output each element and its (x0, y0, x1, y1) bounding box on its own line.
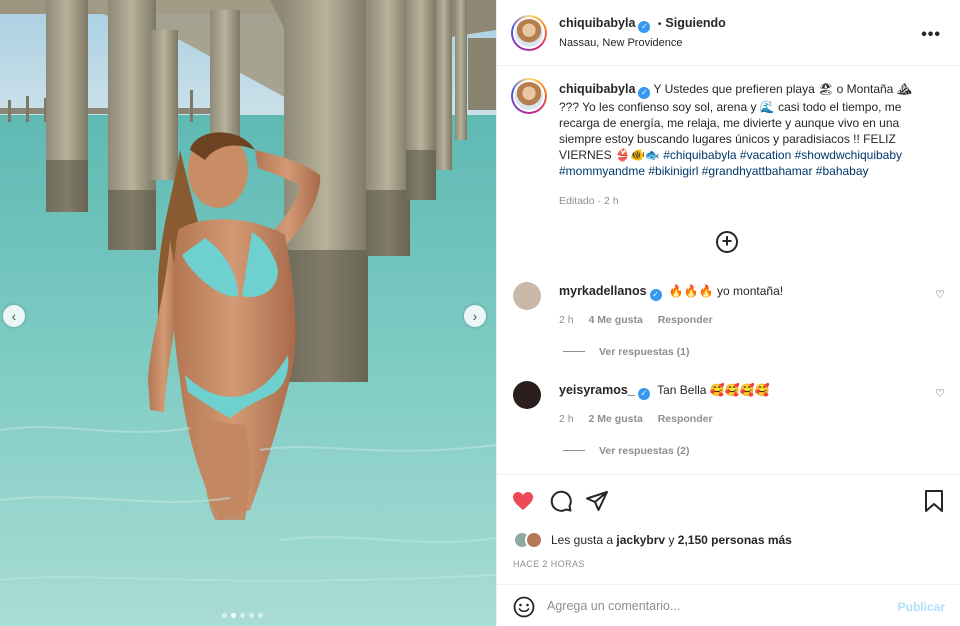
commenter-avatar[interactable] (513, 282, 541, 310)
following-button[interactable]: Siguiendo (665, 16, 725, 30)
separator-dot: • (657, 19, 662, 30)
post-time-ago: HACE 2 HORAS (513, 559, 585, 569)
verified-badge-icon: ✓ (638, 87, 651, 99)
post-media[interactable]: ‹ › (0, 0, 496, 626)
reply-button[interactable]: Responder (658, 413, 713, 425)
post-header: chiquibabyla ✓ • Siguiendo Nassau, New Pro… (497, 0, 960, 66)
post-actions: Les gusta a jackybrv y 2,150 personas má… (497, 474, 960, 584)
beach-photo (0, 0, 496, 626)
comment-time: 2 h (559, 314, 574, 326)
carousel-dot (258, 613, 263, 618)
verified-badge-icon: ✓ (638, 21, 651, 33)
like-heart-icon[interactable] (511, 489, 535, 513)
carousel-indicator (222, 613, 263, 618)
instagram-post-modal: ‹ › chiquibabyla ✓ • Siguiendo Nassau, New… (0, 0, 960, 626)
commenter-avatar[interactable] (513, 381, 541, 409)
view-replies-button[interactable]: Ver respuestas (2) (563, 445, 689, 457)
post-location[interactable]: Nassau, New Providence (559, 37, 683, 49)
like-comment-icon[interactable]: ♡ (935, 288, 945, 301)
caption-author-avatar[interactable] (511, 78, 547, 114)
caption-and-comments: chiquibabyla ✓ Y Ustedes que prefieren pl… (497, 66, 960, 474)
verified-badge-icon: ✓ (637, 388, 650, 400)
carousel-dot (249, 613, 254, 618)
load-more-comments-icon[interactable]: + (716, 231, 738, 253)
next-slide-button[interactable]: › (464, 305, 486, 327)
liker-username[interactable]: jackybrv (616, 533, 665, 547)
author-username[interactable]: chiquibabyla (559, 16, 635, 30)
view-replies-label: Ver respuestas (2) (599, 445, 690, 457)
view-replies-label: Ver respuestas (1) (599, 346, 690, 358)
add-comment-bar: Publicar (497, 584, 960, 626)
comment-likes[interactable]: 4 Me gusta (589, 314, 643, 326)
carousel-dot (222, 613, 227, 618)
comment-text: Tan Bella 🥰🥰🥰🥰 (657, 383, 770, 397)
likes-count[interactable]: 2,150 personas más (678, 533, 792, 547)
caption-username[interactable]: chiquibabyla (559, 82, 635, 96)
share-paper-plane-icon[interactable] (585, 489, 609, 513)
post-side-panel: chiquibabyla ✓ • Siguiendo Nassau, New Pro… (496, 0, 960, 626)
post-caption: chiquibabyla ✓ Y Ustedes que prefieren pl… (559, 81, 929, 179)
carousel-dot (240, 613, 245, 618)
commenter-username[interactable]: yeisyramos_ (559, 383, 635, 397)
emoji-picker-icon[interactable] (513, 596, 535, 618)
likes-prefix: Les gusta a (551, 533, 614, 547)
save-bookmark-icon[interactable] (923, 489, 945, 513)
previous-slide-button[interactable]: ‹ (3, 305, 25, 327)
carousel-dot (231, 613, 236, 618)
author-avatar[interactable] (511, 15, 547, 51)
publish-button[interactable]: Publicar (898, 600, 945, 614)
more-options-icon[interactable]: ••• (921, 26, 941, 44)
comment-likes[interactable]: 2 Me gusta (589, 413, 643, 425)
commenter-username[interactable]: myrkadellanos (559, 284, 647, 298)
likes-summary[interactable]: Les gusta a jackybrv y 2,150 personas má… (513, 531, 792, 549)
comment-text: 🔥🔥🔥 yo montaña! (668, 284, 784, 298)
verified-badge-icon: ✓ (649, 289, 662, 301)
view-replies-button[interactable]: Ver respuestas (1) (563, 346, 689, 358)
reply-button[interactable]: Responder (658, 314, 713, 326)
liker-avatar (525, 531, 543, 549)
edited-timestamp: Editado · 2 h (559, 195, 619, 207)
like-comment-icon[interactable]: ♡ (935, 387, 945, 400)
likes-middle: y (668, 533, 675, 547)
comment-input[interactable] (547, 595, 877, 617)
comment-time: 2 h (559, 413, 574, 425)
comment-bubble-icon[interactable] (549, 489, 573, 513)
